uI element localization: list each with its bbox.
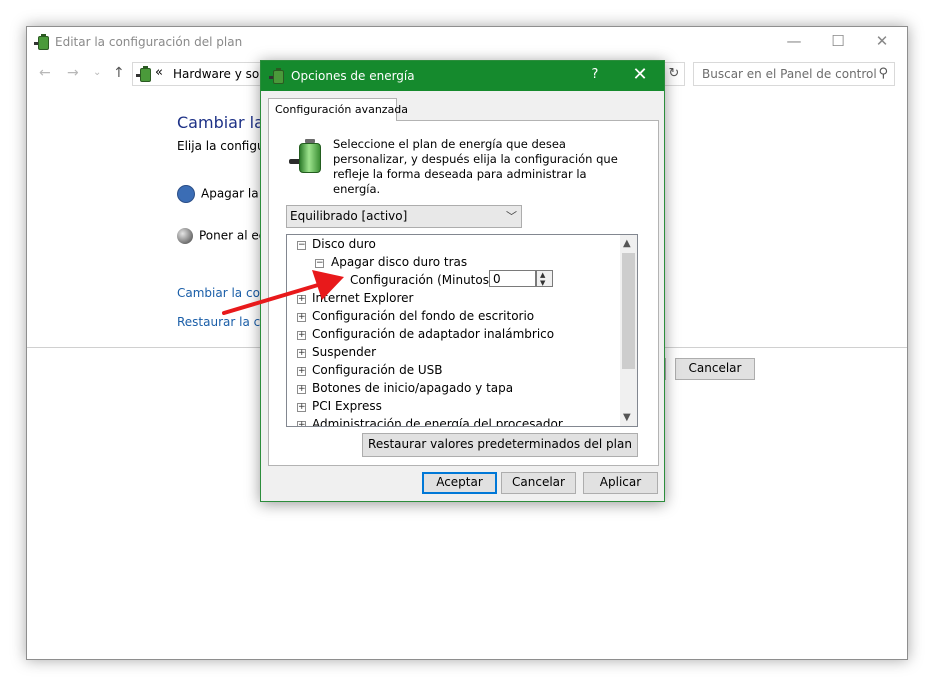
restore-defaults-button[interactable]: Restaurar valores predeterminados del pl… <box>362 433 638 457</box>
address-bar[interactable]: « Hardware y sonido <box>132 62 285 86</box>
tree-scrollbar[interactable]: ▲ ▼ <box>620 235 637 426</box>
display-clock-icon <box>177 185 195 203</box>
expand-icon[interactable]: + <box>297 421 306 426</box>
sleep-moon-icon <box>177 228 193 244</box>
spin-up-icon[interactable]: ▲ <box>540 271 545 279</box>
advanced-settings-panel: Seleccione el plan de energía que desea … <box>268 120 659 466</box>
power-options-dialog: Opciones de energía ? ✕ Configuración av… <box>260 60 665 502</box>
title-bar: Editar la configuración del plan — ☐ ✕ <box>27 27 907 57</box>
power-plan-icon <box>34 34 50 50</box>
collapse-icon[interactable]: − <box>297 241 306 250</box>
tab-advanced-settings[interactable]: Configuración avanzada <box>268 98 408 121</box>
tree-item[interactable]: Suspender <box>312 345 376 359</box>
minimize-button[interactable]: — <box>771 27 817 57</box>
tree-item[interactable]: PCI Express <box>312 399 382 413</box>
scroll-down-icon[interactable]: ▼ <box>623 412 631 423</box>
recent-locations-icon[interactable]: ⌄ <box>93 67 101 78</box>
search-placeholder: Buscar en el Panel de control <box>702 67 877 81</box>
breadcrumb-overflow-icon[interactable]: « <box>155 65 163 80</box>
dialog-title-bar: Opciones de energía ? ✕ <box>261 61 664 91</box>
cancel-button[interactable]: Cancelar <box>501 472 576 494</box>
expand-icon[interactable]: + <box>297 367 306 376</box>
dialog-close-button[interactable]: ✕ <box>617 64 663 85</box>
spin-down-icon[interactable]: ▼ <box>540 279 545 287</box>
tree-item[interactable]: Botones de inicio/apagado y tapa <box>312 381 513 395</box>
plan-dropdown[interactable]: Equilibrado [activo] ﹀ <box>286 205 522 228</box>
plan-selected-value: Equilibrado [activo] <box>290 209 408 223</box>
close-button[interactable]: ✕ <box>859 27 905 57</box>
dialog-title: Opciones de energía <box>291 69 415 83</box>
expand-icon[interactable]: + <box>297 331 306 340</box>
collapse-icon[interactable]: − <box>315 259 324 268</box>
search-input[interactable]: Buscar en el Panel de control ⚲ <box>693 62 895 86</box>
search-icon: ⚲ <box>878 66 888 81</box>
tree-item[interactable]: Configuración de USB <box>312 363 443 377</box>
sleep-label: Poner al eq <box>199 228 267 243</box>
scroll-thumb[interactable] <box>622 253 635 369</box>
apply-button[interactable]: Aplicar <box>583 472 658 494</box>
refresh-icon[interactable]: ↻ <box>663 62 685 86</box>
control-panel-icon <box>136 66 152 82</box>
window-title: Editar la configuración del plan <box>55 35 243 49</box>
sleep-row: Poner al eq <box>177 228 266 244</box>
tree-item-turn-off-disk[interactable]: Apagar disco duro tras <box>331 255 467 269</box>
tree-item[interactable]: Internet Explorer <box>312 291 413 305</box>
minutes-input[interactable]: 0 <box>489 270 536 287</box>
scroll-up-icon[interactable]: ▲ <box>623 238 631 249</box>
tree-item[interactable]: Administración de energía del procesador <box>312 417 563 426</box>
expand-icon[interactable]: + <box>297 295 306 304</box>
forward-arrow-icon[interactable]: → <box>67 65 79 81</box>
accept-button[interactable]: Aceptar <box>422 472 497 494</box>
description-text: Seleccione el plan de energía que desea … <box>333 137 618 196</box>
help-button[interactable]: ? <box>577 67 613 82</box>
chevron-down-icon: ﹀ <box>506 210 517 223</box>
cancel-button[interactable]: Cancelar <box>675 358 755 380</box>
settings-tree[interactable]: − Disco duro − Apagar disco duro tras Co… <box>286 234 638 427</box>
power-options-icon <box>269 68 285 84</box>
battery-plug-icon <box>289 139 321 175</box>
expand-icon[interactable]: + <box>297 313 306 322</box>
back-arrow-icon[interactable]: ← <box>39 65 51 81</box>
expand-icon[interactable]: + <box>297 403 306 412</box>
minutes-stepper[interactable]: ▲ ▼ <box>536 270 553 287</box>
maximize-button[interactable]: ☐ <box>815 27 861 57</box>
tree-item-disk[interactable]: Disco duro <box>312 237 376 251</box>
expand-icon[interactable]: + <box>297 349 306 358</box>
setting-minutes-label: Configuración (Minutos): <box>350 273 498 287</box>
up-arrow-icon[interactable]: ↑ <box>113 65 125 81</box>
tree-item[interactable]: Configuración de adaptador inalámbrico <box>312 327 554 341</box>
display-off-row: Apagar la p <box>177 185 270 203</box>
expand-icon[interactable]: + <box>297 385 306 394</box>
tab-label: Configuración avanzada <box>275 103 409 116</box>
tree-item[interactable]: Configuración del fondo de escritorio <box>312 309 534 323</box>
